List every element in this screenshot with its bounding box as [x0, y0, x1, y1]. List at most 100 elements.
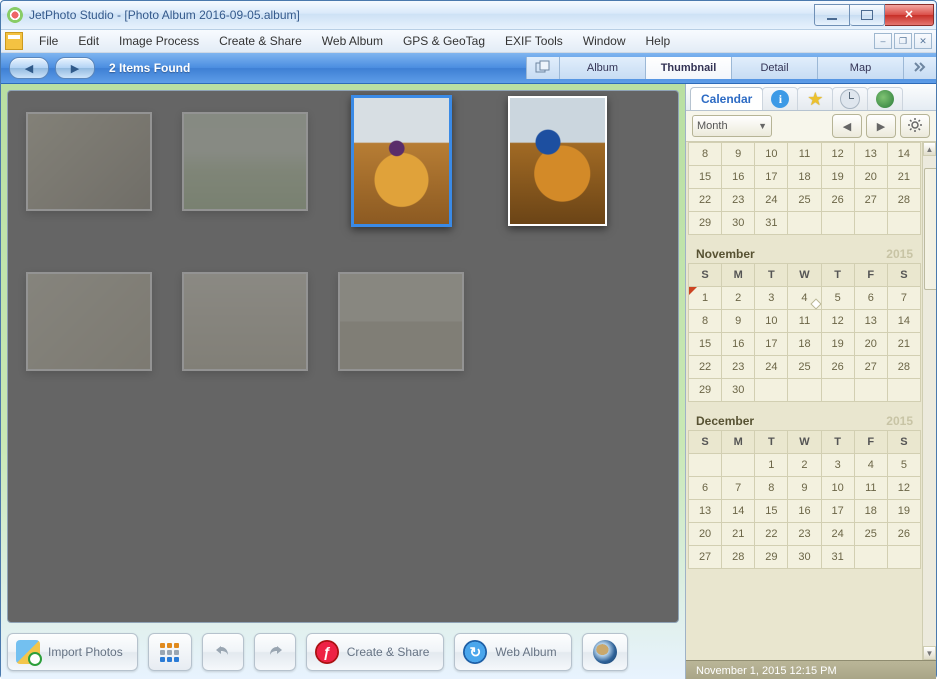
calendar-day-cell[interactable]: 14	[887, 143, 920, 166]
calendar-day-cell[interactable]: 7	[887, 287, 920, 310]
import-photos-button[interactable]: Import Photos	[7, 633, 138, 671]
window-close-button[interactable]	[885, 4, 934, 26]
mdi-close-button[interactable]: ✕	[914, 33, 932, 49]
calendar-day-cell[interactable]: 8	[689, 310, 722, 333]
calendar-day-cell[interactable]: 3	[821, 454, 854, 477]
calendar-day-cell[interactable]: 5	[821, 287, 854, 310]
thumbnail-item[interactable]	[26, 105, 152, 217]
calendar-day-cell[interactable]: 28	[887, 356, 920, 379]
calendar-day-cell[interactable]: 12	[821, 310, 854, 333]
calendar-day-cell[interactable]: 10	[821, 477, 854, 500]
calendar-day-cell[interactable]: 13	[854, 143, 887, 166]
calendar-day-cell[interactable]: 15	[689, 166, 722, 189]
calendar-day-cell[interactable]: 12	[821, 143, 854, 166]
scroll-up-button[interactable]: ▲	[923, 142, 936, 156]
view-tab-copy[interactable]	[526, 57, 559, 79]
calendar-day-cell[interactable]: 11	[788, 143, 821, 166]
menu-edit[interactable]: Edit	[68, 32, 109, 50]
calendar-day-cell[interactable]: 22	[689, 356, 722, 379]
calendar-day-cell[interactable]: 11	[788, 310, 821, 333]
side-tab-calendar[interactable]: Calendar	[690, 87, 763, 110]
calendar-day-cell[interactable]: 9	[722, 310, 755, 333]
mdi-restore-button[interactable]: ❐	[894, 33, 912, 49]
calendar-day-cell[interactable]: 31	[755, 212, 788, 235]
scroll-down-button[interactable]: ▼	[923, 646, 936, 660]
calendar-day-cell[interactable]: 18	[854, 500, 887, 523]
calendar-next-button[interactable]	[866, 114, 896, 138]
calendar-day-cell[interactable]: 24	[821, 523, 854, 546]
side-tab-favorites[interactable]: ★	[797, 87, 833, 110]
calendar-day-cell[interactable]: 20	[854, 166, 887, 189]
calendar-day-cell[interactable]: 20	[854, 333, 887, 356]
calendar-day-cell[interactable]: 1	[755, 454, 788, 477]
calendar-day-cell[interactable]: 13	[854, 310, 887, 333]
calendar-day-cell[interactable]: 30	[722, 212, 755, 235]
scrollbar[interactable]: ▲ ▼	[922, 142, 936, 660]
calendar-day-cell[interactable]: 25	[788, 189, 821, 212]
view-tab-more[interactable]	[903, 57, 936, 79]
calendar-day-cell[interactable]: 25	[854, 523, 887, 546]
menu-web-album[interactable]: Web Album	[312, 32, 393, 50]
menu-file[interactable]: File	[29, 32, 68, 50]
menu-gps-geotag[interactable]: GPS & GeoTag	[393, 32, 495, 50]
app-menu-icon[interactable]	[5, 32, 23, 50]
calendar-day-cell[interactable]: 29	[689, 212, 722, 235]
side-tab-recent[interactable]	[832, 87, 868, 110]
calendar-day-cell[interactable]: 1	[689, 287, 722, 310]
calendar-day-cell[interactable]: 31	[821, 546, 854, 569]
calendar-day-cell[interactable]: 14	[887, 310, 920, 333]
menu-exif-tools[interactable]: EXIF Tools	[495, 32, 573, 50]
side-tab-geo[interactable]	[867, 87, 903, 110]
mdi-minimize-button[interactable]: –	[874, 33, 892, 49]
calendar-day-cell[interactable]: 30	[722, 379, 755, 402]
calendar-day-cell[interactable]: 4	[788, 287, 821, 310]
calendar-day-cell[interactable]: 7	[722, 477, 755, 500]
thumbnail-item[interactable]	[338, 105, 464, 217]
calendar-day-cell[interactable]: 26	[821, 356, 854, 379]
nav-forward-button[interactable]	[55, 57, 95, 79]
menu-image-process[interactable]: Image Process	[109, 32, 209, 50]
menu-help[interactable]: Help	[636, 32, 681, 50]
undo-button[interactable]	[202, 633, 244, 671]
side-tab-info[interactable]: i	[762, 87, 798, 110]
nav-back-button[interactable]	[9, 57, 49, 79]
menu-create-share[interactable]: Create & Share	[209, 32, 312, 50]
calendar-day-cell[interactable]: 27	[689, 546, 722, 569]
calendar-day-cell[interactable]: 3	[755, 287, 788, 310]
calendar-day-cell[interactable]: 8	[755, 477, 788, 500]
calendar-day-cell[interactable]: 17	[755, 166, 788, 189]
calendar-day-cell[interactable]: 17	[821, 500, 854, 523]
calendar-day-cell[interactable]: 30	[788, 546, 821, 569]
calendar-day-cell[interactable]: 6	[854, 287, 887, 310]
window-maximize-button[interactable]	[850, 4, 885, 26]
thumbnail-item[interactable]	[182, 105, 308, 217]
calendar-day-cell[interactable]: 27	[854, 356, 887, 379]
redo-button[interactable]	[254, 633, 296, 671]
period-select[interactable]: Month ▼	[692, 115, 772, 137]
calendar-day-cell[interactable]: 2	[788, 454, 821, 477]
scroll-thumb[interactable]	[924, 168, 936, 290]
calendar-day-cell[interactable]: 24	[755, 356, 788, 379]
calendar-settings-button[interactable]	[900, 114, 930, 138]
thumbnail-item[interactable]	[26, 265, 152, 377]
calendar-day-cell[interactable]: 9	[788, 477, 821, 500]
calendar-day-cell[interactable]: 17	[755, 333, 788, 356]
calendar-day-cell[interactable]: 4	[854, 454, 887, 477]
thumbnail-item[interactable]	[338, 265, 464, 377]
calendar-day-cell[interactable]: 28	[887, 189, 920, 212]
calendar-day-cell[interactable]: 12	[887, 477, 920, 500]
calendar-day-cell[interactable]: 23	[722, 189, 755, 212]
calendar-scroll-area[interactable]: 8910111213141516171819202122232425262728…	[686, 142, 936, 660]
calendar-day-cell[interactable]: 24	[755, 189, 788, 212]
thumbnail-item[interactable]	[494, 105, 620, 217]
calendar-day-cell[interactable]: 13	[689, 500, 722, 523]
view-tab-detail[interactable]: Detail	[731, 57, 817, 79]
calendar-day-cell[interactable]: 22	[755, 523, 788, 546]
calendar-day-cell[interactable]: 27	[854, 189, 887, 212]
calendar-day-cell[interactable]: 19	[821, 333, 854, 356]
calendar-day-cell[interactable]: 14	[722, 500, 755, 523]
thumbnail-item[interactable]	[182, 265, 308, 377]
web-album-button[interactable]: Web Album	[454, 633, 571, 671]
calendar-day-cell[interactable]: 10	[755, 143, 788, 166]
calendar-day-cell[interactable]: 2	[722, 287, 755, 310]
